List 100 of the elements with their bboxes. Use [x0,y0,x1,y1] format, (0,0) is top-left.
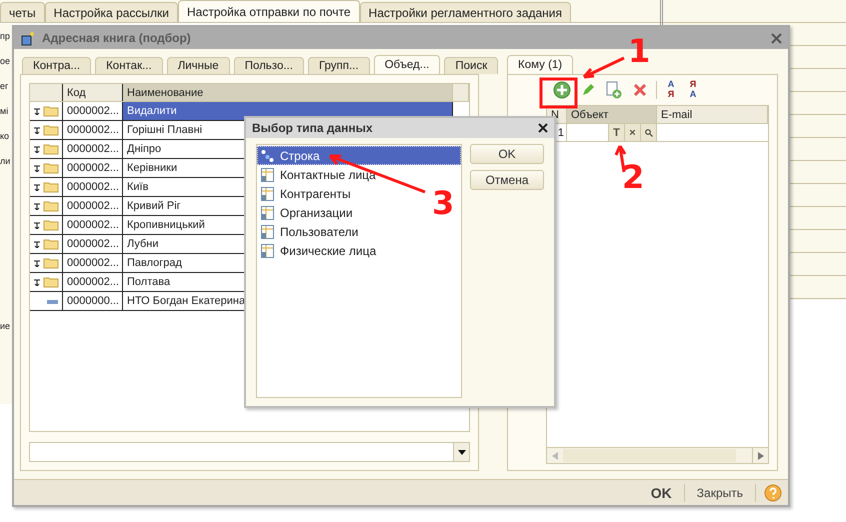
expand-icon[interactable] [34,222,40,228]
item-icon [47,300,58,304]
catalog-icon [261,224,274,238]
catalog-icon [261,206,274,220]
window-title: Адресная книга (подбор) [42,31,192,45]
filter-field[interactable] [29,442,470,462]
annotation-number: 3 [432,184,454,222]
catalog-icon [261,244,274,258]
search-icon [644,128,652,136]
search-button[interactable] [640,124,656,141]
table-cell[interactable]: НТО Богдан Екатерина [127,295,246,307]
dropdown-button[interactable] [453,443,469,461]
folder-icon [43,105,59,117]
background-label: ег [0,80,10,93]
table-cell: 0000002... [63,235,123,253]
tab[interactable]: Кому (1) [507,55,574,74]
table-cell: 0000002... [63,254,123,272]
table-cell[interactable]: Кривий Ріг [127,200,181,212]
expand-icon[interactable] [34,184,40,190]
background-label: ко [0,130,10,143]
add-button[interactable] [552,80,572,100]
string-type-icon [261,148,274,162]
expand-icon[interactable] [34,260,40,266]
object-field[interactable]: T × [567,124,657,141]
tab[interactable]: Объед... [374,55,440,74]
tab[interactable]: Личные [166,57,230,74]
catalog-icon [261,186,274,200]
expand-icon[interactable] [34,240,40,248]
annotation-number: 1 [628,32,650,70]
list-item[interactable]: Пользователи [257,222,364,241]
folder-icon [43,124,59,136]
tab[interactable]: Поиск [444,57,498,74]
table-cell[interactable]: Горішні Плавні [127,124,202,136]
tab[interactable]: Пользо... [234,57,304,74]
window-icon [20,30,36,46]
table-cell: 0000002... [63,159,123,177]
background-tab[interactable]: Настройка отправки по почте [178,0,360,22]
cell-button[interactable]: × [624,124,640,141]
expand-icon[interactable] [34,108,40,114]
expand-icon[interactable] [34,278,40,286]
folder-icon [43,162,59,174]
background-tab[interactable]: Настройки регламентного задания [360,2,571,22]
expand-icon[interactable] [34,202,40,210]
table-cell[interactable]: Київ [127,181,148,193]
help-icon[interactable] [764,484,782,502]
background-label: пр [0,30,11,43]
table-cell[interactable]: Полтава [127,276,170,288]
list-item[interactable]: Строка [257,146,461,165]
background-label: ое [0,55,12,68]
table-cell[interactable]: Кропивницький [127,219,205,231]
list-item[interactable]: Контрагенты [257,184,356,203]
table-cell[interactable]: Керівники [127,162,178,174]
folder-icon [43,200,59,212]
caret-icon [458,450,466,454]
table-cell[interactable]: Лубни [127,238,158,250]
column-header[interactable]: Наименование [123,84,453,101]
tab[interactable]: Контак... [95,57,163,74]
sort-button[interactable]: Я А [685,79,701,101]
table-cell[interactable]: Дніпро [127,143,162,155]
folder-icon [43,276,59,288]
copy-button[interactable] [604,80,624,100]
table-cell: 0000002... [63,197,123,215]
sort-button[interactable]: А Я [663,79,679,101]
folder-icon [43,181,59,193]
expand-icon[interactable] [34,126,40,134]
tab[interactable]: Контра... [22,57,92,74]
horizontal-scrollbar[interactable] [547,447,768,463]
catalog-icon [261,168,274,182]
ok-button[interactable]: OK [646,484,676,500]
background-tab[interactable]: Настройка рассылки [44,2,178,22]
table-cell: 0000002... [63,140,123,158]
folder-icon [43,143,59,155]
dialog-button[interactable]: Отмена [470,170,544,190]
table-cell[interactable]: Павлоград [127,257,182,269]
close-button[interactable]: Закрыть [692,486,747,500]
dialog-title: Выбор типа данных [252,121,374,135]
cell-button[interactable]: T [608,124,624,141]
tab[interactable]: Групп... [308,57,370,74]
background-label: ли [0,155,12,168]
column-header[interactable]: Объект [567,106,657,123]
table-cell: 0000002... [63,216,123,234]
dialog-button[interactable]: OK [470,144,544,164]
table-cell: 0000002... [63,178,123,196]
expand-icon[interactable] [34,164,40,172]
left-arrow-icon [552,452,558,460]
pencil-icon [581,83,595,97]
folder-icon [43,257,59,269]
folder-icon [43,219,59,231]
scroll-thumb[interactable] [563,449,736,462]
background-tab[interactable]: четы [0,2,45,22]
list-item[interactable]: Организации [257,203,358,222]
list-item[interactable]: Контактные лица [257,165,381,184]
annotation-number: 2 [622,158,644,196]
table-cell: 0000000... [63,292,123,310]
list-item[interactable]: Физические лица [257,241,382,260]
annotation-arrow [582,56,625,78]
highlight-frame [540,78,578,108]
column-header[interactable]: E-mail [657,106,768,123]
expand-icon[interactable] [34,146,40,152]
close-icon[interactable] [538,123,548,133]
